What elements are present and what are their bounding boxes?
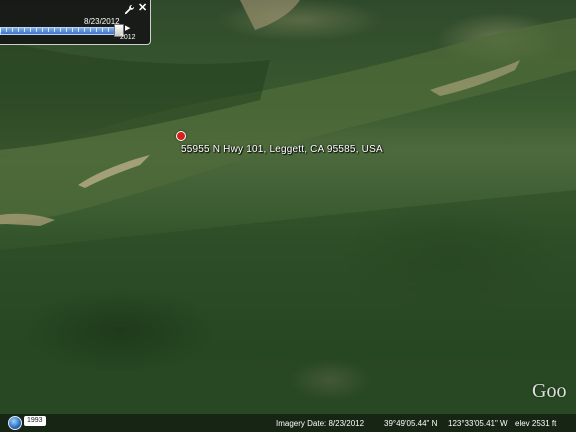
globe-icon[interactable] bbox=[8, 416, 22, 430]
wrench-icon[interactable] bbox=[124, 4, 135, 15]
bare-patch-4 bbox=[240, 0, 300, 30]
start-year-badge[interactable]: 1993 bbox=[24, 416, 46, 426]
location-pin[interactable] bbox=[176, 131, 186, 141]
play-icon[interactable]: ▶ bbox=[125, 25, 133, 33]
elevation-readout: elev 2531 ft bbox=[515, 419, 557, 428]
longitude-readout: 123°33'05.41" W bbox=[448, 419, 508, 428]
address-label: 55955 N Hwy 101, Leggett, CA 95585, USA bbox=[181, 144, 383, 155]
google-logo: Goo bbox=[532, 380, 567, 402]
terrain-overlay bbox=[0, 0, 576, 432]
imagery-date: Imagery Date: 8/23/2012 bbox=[276, 419, 365, 428]
dense-forest-2 bbox=[0, 190, 576, 432]
latitude-readout: 39°49'05.44" N bbox=[384, 419, 438, 428]
slider-year-label: 2012 bbox=[120, 34, 136, 41]
slider-ticks bbox=[0, 28, 120, 32]
historical-imagery-slider: ✕ 8/23/2012 ▶ 2012 bbox=[0, 0, 151, 45]
map-viewport[interactable]: 55955 N Hwy 101, Leggett, CA 95585, USA … bbox=[0, 0, 576, 432]
close-icon[interactable]: ✕ bbox=[138, 3, 147, 14]
